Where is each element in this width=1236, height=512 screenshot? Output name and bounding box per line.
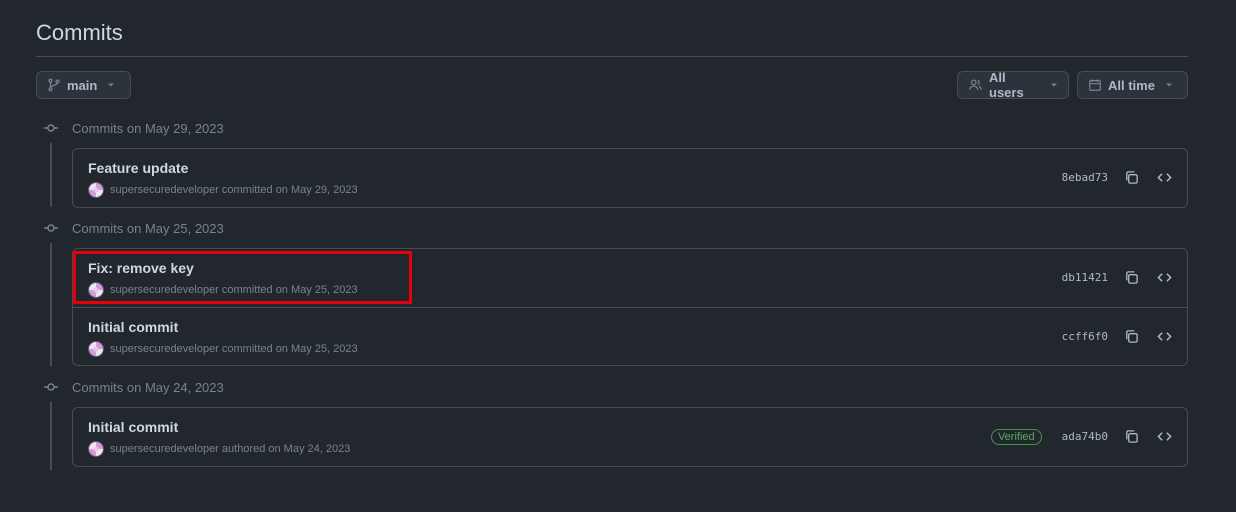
- commit-sha-link[interactable]: db11421: [1062, 271, 1108, 284]
- timeline-line: [50, 143, 52, 207]
- commit-sha-link[interactable]: ccff6f0: [1062, 330, 1108, 343]
- timeline-line: [50, 243, 52, 366]
- git-commit-icon: [36, 219, 66, 237]
- users-filter-label: All users: [989, 70, 1024, 100]
- copy-icon[interactable]: [1121, 268, 1141, 288]
- branch-label: main: [67, 77, 98, 93]
- page-title: Commits: [36, 20, 123, 45]
- commit-sha-link[interactable]: ada74b0: [1062, 430, 1108, 443]
- avatar[interactable]: [88, 441, 104, 457]
- commit-group-date: Commits on May 24, 2023: [72, 379, 224, 395]
- title-divider: [36, 56, 1188, 57]
- branch-select-button[interactable]: main: [36, 71, 131, 99]
- time-filter-button[interactable]: All time: [1077, 71, 1188, 99]
- code-browse-icon[interactable]: [1154, 427, 1174, 447]
- commit-group-heading: Commits on May 29, 2023: [36, 119, 224, 137]
- commit-meta: supersecuredeveloper authored on May 24,…: [88, 441, 350, 457]
- commit-row: Feature update supersecuredeveloper comm…: [73, 149, 1187, 207]
- people-icon: [968, 78, 983, 92]
- commit-actions: 8ebad73: [1062, 149, 1187, 206]
- commit-group-heading: Commits on May 25, 2023: [36, 219, 224, 237]
- code-browse-icon[interactable]: [1154, 168, 1174, 188]
- commit-actions: ccff6f0: [1062, 308, 1187, 365]
- commit-message[interactable]: Feature update: [88, 160, 188, 176]
- commit-author-date: supersecuredeveloper committed on May 29…: [110, 184, 358, 196]
- commit-meta: supersecuredeveloper committed on May 29…: [88, 182, 358, 198]
- commit-message[interactable]: Initial commit: [88, 319, 178, 335]
- commit-group-date: Commits on May 29, 2023: [72, 120, 224, 136]
- commit-actions: Verified ada74b0: [990, 408, 1187, 465]
- timeline-line: [50, 402, 52, 470]
- calendar-icon: [1088, 78, 1102, 92]
- commit-meta: supersecuredeveloper committed on May 25…: [88, 341, 358, 357]
- chevron-down-icon: [1050, 81, 1058, 89]
- verified-badge[interactable]: Verified: [990, 428, 1042, 445]
- commit-author-date: supersecuredeveloper committed on May 25…: [110, 343, 358, 355]
- code-browse-icon[interactable]: [1154, 327, 1174, 347]
- commit-row: Initial commit supersecuredeveloper comm…: [73, 307, 1187, 365]
- avatar[interactable]: [88, 341, 104, 357]
- time-filter-label: All time: [1108, 77, 1155, 93]
- copy-icon[interactable]: [1121, 427, 1141, 447]
- commit-group-date: Commits on May 25, 2023: [72, 220, 224, 236]
- commit-list: Feature update supersecuredeveloper comm…: [72, 148, 1188, 208]
- code-browse-icon[interactable]: [1154, 268, 1174, 288]
- git-commit-icon: [36, 378, 66, 396]
- git-branch-icon: [47, 78, 61, 92]
- copy-icon[interactable]: [1121, 327, 1141, 347]
- users-filter-button[interactable]: All users: [957, 70, 1069, 100]
- commit-message[interactable]: Initial commit: [88, 419, 178, 435]
- highlight-box: [73, 251, 412, 304]
- avatar[interactable]: [88, 182, 104, 198]
- copy-icon[interactable]: [1121, 168, 1141, 188]
- commit-actions: db11421: [1062, 249, 1187, 306]
- git-commit-icon: [36, 119, 66, 137]
- commit-author-date: supersecuredeveloper authored on May 24,…: [110, 443, 351, 455]
- commit-group-heading: Commits on May 24, 2023: [36, 378, 224, 396]
- commit-row: Initial commit supersecuredeveloper auth…: [73, 408, 1187, 466]
- chevron-down-icon: [1165, 81, 1173, 89]
- commit-sha-link[interactable]: 8ebad73: [1062, 171, 1108, 184]
- chevron-down-icon: [107, 81, 115, 89]
- commit-list: Initial commit supersecuredeveloper auth…: [72, 407, 1188, 467]
